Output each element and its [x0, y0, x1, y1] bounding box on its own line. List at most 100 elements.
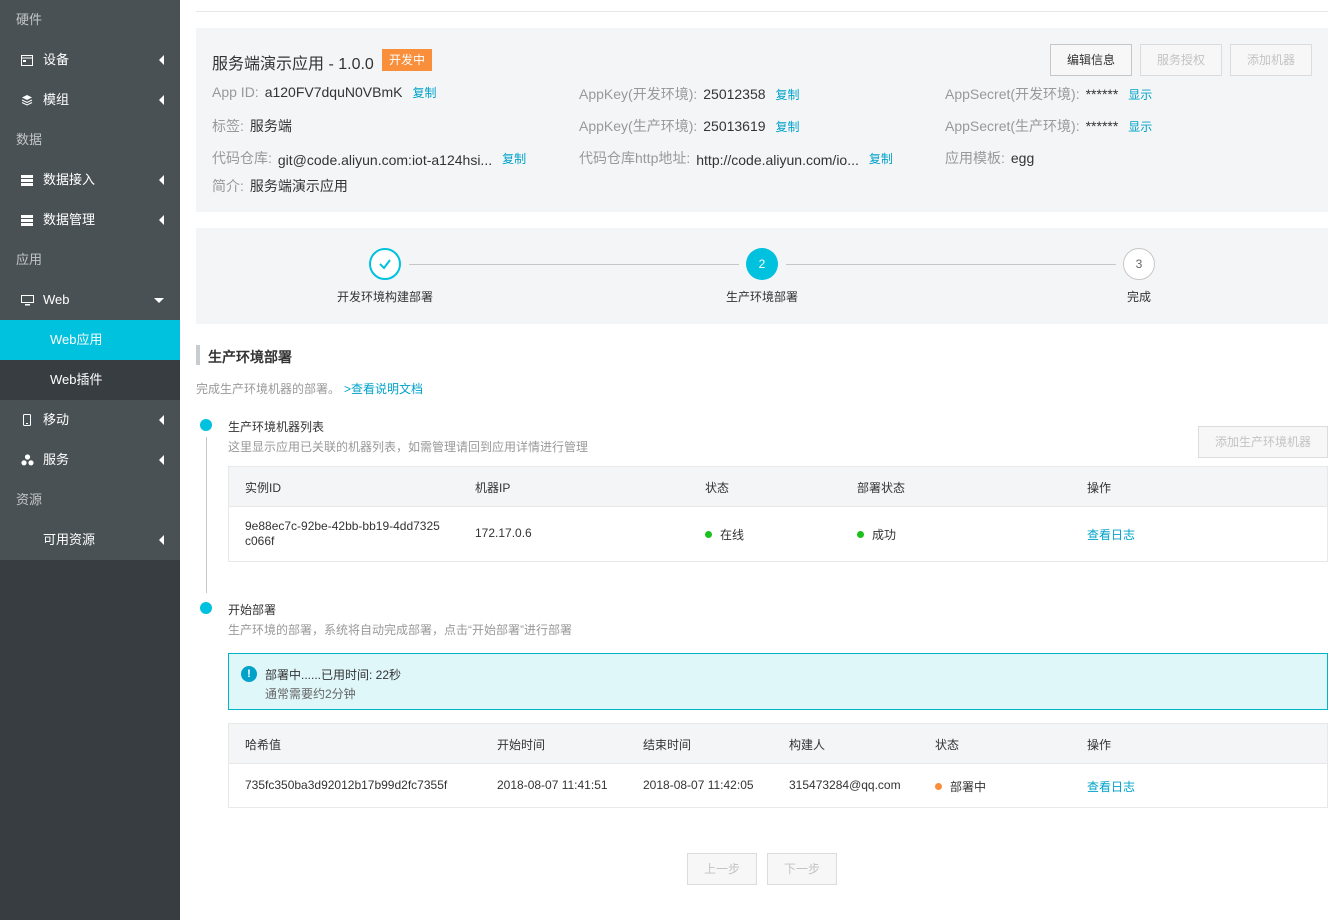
show-appsecret-dev-link[interactable]: 显示 — [1128, 88, 1152, 102]
service-auth-button[interactable]: 服务授权 — [1140, 44, 1222, 76]
view-log-link[interactable]: 查看日志 — [1087, 528, 1135, 542]
online-dot-icon — [705, 531, 712, 538]
template-label: 应用模板: — [945, 150, 1005, 166]
app-info-panel: 服务端演示应用 - 1.0.0 开发中 编辑信息 服务授权 添加机器 App I… — [196, 28, 1328, 212]
appsecret-dev-field: AppSecret(开发环境): ****** 显示 — [945, 84, 1152, 104]
tag-label: 标签: — [212, 118, 244, 134]
alert-subtitle: 通常需要约2分钟 — [265, 687, 356, 701]
sidebar-item-mobile[interactable]: 移动 — [0, 400, 180, 440]
table-row: 9e88ec7c-92be-42bb-bb19-4dd7325 c066f 17… — [229, 507, 1327, 561]
step-2-label: 生产环境部署 — [725, 290, 798, 304]
intro-label: 简介: — [212, 178, 244, 194]
sidebar-item-device[interactable]: 设备 — [0, 40, 180, 80]
step-3-label: 完成 — [1126, 290, 1151, 304]
check-icon — [379, 259, 391, 270]
sidebar-group-hardware: 硬件 — [0, 0, 180, 40]
column-header: 操作 — [1087, 738, 1112, 752]
next-step-button[interactable]: 下一步 — [767, 853, 837, 885]
deploy-title: 开始部署 — [228, 603, 277, 617]
timeline-dot — [200, 602, 212, 614]
sidebar-item-data-access[interactable]: 数据接入 — [0, 160, 180, 200]
instance-id-cell: 9e88ec7c-92be-42bb-bb19-4dd7325 c066f — [245, 519, 440, 549]
chevron-left-icon — [159, 80, 164, 120]
sidebar-item-web-app[interactable]: Web应用 — [0, 320, 180, 360]
section-title: 生产环境部署 — [208, 349, 292, 365]
copy-appkey-prod-link[interactable]: 复制 — [776, 120, 800, 134]
prev-step-button[interactable]: 上一步 — [687, 853, 757, 885]
column-header: 状态 — [705, 481, 730, 495]
edit-info-button[interactable]: 编辑信息 — [1050, 44, 1132, 76]
end-time-cell: 2018-08-07 11:42:05 — [643, 778, 754, 792]
step-3-circle: 3 — [1123, 248, 1155, 280]
appsecret-prod-field: AppSecret(生产环境): ****** 显示 — [945, 116, 1152, 136]
copy-repo-http-link[interactable]: 复制 — [869, 152, 893, 166]
copy-app-id-link[interactable]: 复制 — [412, 86, 436, 100]
appsecret-prod-label: AppSecret(生产环境): — [945, 118, 1080, 134]
app-id-label: App ID: — [212, 84, 259, 100]
divider — [196, 11, 1328, 12]
view-log-link[interactable]: 查看日志 — [1087, 780, 1135, 794]
sidebar-item-data-manage[interactable]: 数据管理 — [0, 200, 180, 240]
repo-http-label: 代码仓库http地址: — [579, 150, 691, 166]
chevron-down-icon — [154, 280, 164, 320]
appkey-prod-value: 25013619 — [703, 118, 766, 134]
chevron-left-icon — [159, 160, 164, 200]
repo-http-field: 代码仓库http地址: http://code.aliyun.com/io... 复… — [579, 148, 893, 168]
column-header: 开始时间 — [497, 738, 546, 752]
deploy-alert: ! 部署中......已用时间: 22秒 通常需要约2分钟 — [228, 653, 1328, 710]
appkey-prod-label: AppKey(生产环境): — [579, 118, 698, 134]
step-progress: 开发环境构建部署 2 生产环境部署 3 完成 — [196, 228, 1328, 324]
template-value: egg — [1010, 150, 1035, 166]
intro-value: 服务端演示应用 — [249, 178, 348, 194]
section-desc-text: 完成生产环境机器的部署。 — [196, 382, 341, 396]
sidebar-item-label: 数据接入 — [43, 172, 96, 187]
appsecret-dev-value: ****** — [1085, 86, 1119, 102]
step-connector — [786, 264, 1116, 265]
appsecret-prod-value: ****** — [1085, 118, 1119, 134]
database-icon — [20, 160, 34, 200]
column-header: 机器IP — [475, 481, 511, 495]
app-id-field: App ID: a120FV7dquN0VBmK 复制 — [212, 84, 436, 101]
main-content: 服务端演示应用 - 1.0.0 开发中 编辑信息 服务授权 添加机器 App I… — [180, 0, 1344, 920]
intro-field: 简介: 服务端演示应用 — [212, 176, 348, 196]
chevron-left-icon — [159, 400, 164, 440]
step-2-circle: 2 — [746, 248, 778, 280]
table-header: 实例ID 机器IP 状态 部署状态 操作 — [229, 467, 1327, 507]
calendar-icon — [20, 40, 34, 80]
machine-ip-cell: 172.17.0.6 — [475, 526, 532, 540]
tag-field: 标签: 服务端 — [212, 116, 292, 136]
instance-id-line: 9e88ec7c-92be-42bb-bb19-4dd7325 — [245, 519, 440, 533]
add-machine-button[interactable]: 添加机器 — [1230, 44, 1312, 76]
add-prod-machine-button[interactable]: 添加生产环境机器 — [1198, 426, 1328, 458]
sidebar-item-web-plugin[interactable]: Web插件 — [0, 360, 180, 400]
builder-cell: 315473284@qq.com — [789, 778, 901, 792]
timeline-dot — [200, 419, 212, 431]
show-appsecret-prod-link[interactable]: 显示 — [1128, 120, 1152, 134]
doc-link[interactable]: >查看说明文档 — [344, 382, 423, 396]
sidebar-item-web[interactable]: Web — [0, 280, 180, 320]
page-title: 服务端演示应用 - 1.0.0 — [212, 56, 374, 73]
table-row: 735fc350ba3d92012b17b99d2fc7355f 2018-08… — [229, 764, 1327, 807]
deploy-status-cell: 成功 — [857, 526, 896, 543]
action-cell: 查看日志 — [1087, 778, 1135, 795]
column-header: 操作 — [1087, 481, 1112, 495]
machine-table: 实例ID 机器IP 状态 部署状态 操作 9e88ec7c-92be-42bb-… — [228, 466, 1328, 562]
sidebar-group-app: 应用 — [0, 240, 180, 280]
repo-http-value: http://code.aliyun.com/io... — [696, 152, 859, 168]
column-header: 构建人 — [789, 738, 826, 752]
section-desc: 完成生产环境机器的部署。 >查看说明文档 — [196, 380, 423, 397]
column-header: 状态 — [935, 738, 960, 752]
alert-title: 部署中......已用时间: 22秒 — [265, 668, 402, 682]
sidebar-item-module[interactable]: 模组 — [0, 80, 180, 120]
database-icon — [20, 200, 34, 240]
status-cell: 部署中 — [935, 778, 986, 795]
instance-id-line: c066f — [245, 534, 275, 548]
chevron-left-icon — [159, 440, 164, 480]
copy-appkey-dev-link[interactable]: 复制 — [776, 88, 800, 102]
appsecret-dev-label: AppSecret(开发环境): — [945, 86, 1080, 102]
appkey-prod-field: AppKey(生产环境): 25013619 复制 — [579, 116, 800, 136]
sidebar-item-service[interactable]: 服务 — [0, 440, 180, 480]
copy-repo-link[interactable]: 复制 — [502, 152, 526, 166]
sidebar-item-available-resource[interactable]: 可用资源 — [0, 520, 180, 560]
sidebar-item-label: 数据管理 — [43, 212, 96, 227]
